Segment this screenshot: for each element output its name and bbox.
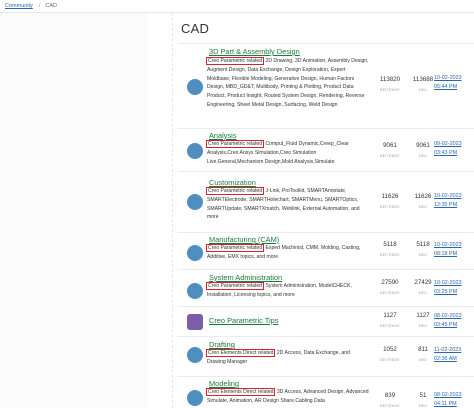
posts-label: BEITRÄGE xyxy=(380,291,400,295)
posts-label: BEITRÄGE xyxy=(380,253,400,257)
last-post-date[interactable]: 08-02-2023 xyxy=(434,392,462,398)
speech-bubble-icon[interactable] xyxy=(187,143,203,159)
posts-label: BEITRÄGE xyxy=(380,88,400,92)
posts-count: 839 xyxy=(384,392,396,399)
posts-stat: 27590 BEITRÄGE xyxy=(373,279,407,295)
posts-count: 9061 xyxy=(383,142,397,149)
forum-tag: Creo Parametric related xyxy=(205,140,265,148)
forum-description: Creo Parametric related J-Link, ProToolk… xyxy=(205,187,369,222)
forum-tag: Creo Parametric related xyxy=(205,187,265,195)
posts-label: BEITRÄGE xyxy=(380,205,400,209)
last-post-link[interactable]: 10-02-2023 08:18 PM xyxy=(434,241,462,259)
forum-tag: Creo Elements Direct related xyxy=(205,388,276,396)
forum-tag: Creo Elements Direct related xyxy=(205,349,276,357)
last-post-date[interactable]: 10-02-2023 xyxy=(434,193,462,199)
last-post-time[interactable]: 03:45 PM xyxy=(434,322,457,328)
posts-count: 113820 xyxy=(379,76,401,83)
posts-stat: 5118 BEITRÄGE xyxy=(373,241,407,257)
last-post-date[interactable]: 10-02-2023 xyxy=(434,242,462,248)
forum-row: 3D Part & Assembly Design Creo Parametri… xyxy=(178,43,474,129)
last-post-time[interactable]: 03:25 PM xyxy=(434,289,457,295)
forum-description: Creo Elements Direct related 2D Access, … xyxy=(205,349,369,367)
last-post-link[interactable]: 08-02-2023 03:45 PM xyxy=(434,312,462,330)
speech-bubble-icon[interactable] xyxy=(187,390,203,406)
column-divider xyxy=(172,13,173,408)
breadcrumb-current: CAD xyxy=(45,3,57,9)
forum-title-link[interactable]: Analysis xyxy=(209,131,237,140)
book-icon[interactable] xyxy=(187,314,203,330)
last-post-date[interactable]: 09-02-2023 xyxy=(434,141,462,147)
speech-bubble-icon[interactable] xyxy=(187,283,203,299)
forum-title-link[interactable]: System Administration xyxy=(209,273,282,282)
posts-stat: 839 BEITRÄGE xyxy=(373,392,407,408)
forum-description: Creo Parametric related Expert Machinist… xyxy=(205,244,369,262)
speech-bubble-icon[interactable] xyxy=(187,194,203,210)
page-title: CAD xyxy=(181,21,210,36)
last-post-date[interactable]: 10-02-2023 xyxy=(434,75,462,81)
posts-stat: 1127 BEITRÄGE xyxy=(373,312,407,328)
speech-bubble-icon[interactable] xyxy=(187,347,203,363)
posts-stat: 11626 BEITRÄGE xyxy=(373,193,407,209)
forum-tag: Creo Parametric related xyxy=(205,57,265,65)
posts-count: 5118 xyxy=(383,241,397,248)
last-post-time[interactable]: 12:35 PM xyxy=(434,202,457,208)
forum-description: Creo Parametric related Comput_Fluid Dyn… xyxy=(205,140,369,166)
last-post-link[interactable]: 08-02-2023 04:11 PM xyxy=(434,391,462,408)
last-post-time[interactable]: 05:44 PM xyxy=(434,84,457,90)
forum-description-text: 2D Drawing, 3D Animation, Assembly Desig… xyxy=(207,58,369,108)
forum-title-link[interactable]: Modeling xyxy=(209,379,239,388)
posts-label: BEITRÄGE xyxy=(380,404,400,408)
forum-title-link[interactable]: Creo Parametric Tips xyxy=(209,316,278,325)
forum-row: Analysis Creo Parametric related Comput_… xyxy=(178,129,474,172)
forum-row: Modeling Creo Elements Direct related 3D… xyxy=(178,377,474,408)
forum-tag: Creo Parametric related xyxy=(205,244,265,252)
forum-row: Creo Parametric Tips 1127 BEITRÄGE 1127 NE… xyxy=(178,307,474,337)
posts-count: 1052 xyxy=(383,346,397,353)
forum-row: Drafting Creo Elements Direct related 2D… xyxy=(178,337,474,377)
forum-row: System Administration Creo Parametric re… xyxy=(178,270,474,307)
posts-count: 1127 xyxy=(383,312,397,319)
last-post-link[interactable]: 10-02-2023 12:35 PM xyxy=(434,192,462,210)
posts-stat: 1052 BEITRÄGE xyxy=(373,346,407,362)
last-post-time[interactable]: 08:18 PM xyxy=(434,251,457,257)
left-panel xyxy=(0,13,148,408)
forum-description: Creo Parametric related 2D Drawing, 3D A… xyxy=(205,57,369,110)
posts-label: BEITRÄGE xyxy=(380,358,400,362)
last-post-time[interactable]: 04:11 PM xyxy=(434,401,457,407)
posts-label: BEITRÄGE xyxy=(380,324,400,328)
posts-stat: 113820 BEITRÄGE xyxy=(373,76,407,92)
speech-bubble-icon[interactable] xyxy=(187,245,203,261)
last-post-date[interactable]: 08-02-2023 xyxy=(434,313,462,319)
forum-row: Customization Creo Parametric related J-… xyxy=(178,172,474,233)
posts-count: 11626 xyxy=(381,193,399,200)
posts-stat: 9061 BEITRÄGE xyxy=(373,142,407,158)
last-post-link[interactable]: 10-02-2023 05:44 PM xyxy=(434,74,462,92)
last-post-link[interactable]: 09-02-2023 03:43 PM xyxy=(434,140,462,158)
breadcrumb-separator: / xyxy=(38,3,41,9)
forum-row: Manufacturing (CAM) Creo Parametric rela… xyxy=(178,233,474,270)
forum-tag: Creo Parametric related xyxy=(205,282,265,290)
forum-title-link[interactable]: Drafting xyxy=(209,340,235,349)
posts-count: 27590 xyxy=(381,279,399,286)
last-post-date[interactable]: 10-02-2023 xyxy=(434,280,462,286)
last-post-time[interactable]: 03:43 PM xyxy=(434,150,457,156)
breadcrumb-community-link[interactable]: Community xyxy=(5,3,33,9)
forum-title-link[interactable]: 3D Part & Assembly Design xyxy=(209,47,300,56)
posts-label: BEITRÄGE xyxy=(380,154,400,158)
last-post-link[interactable]: 10-02-2023 03:25 PM xyxy=(434,279,462,297)
forum-description: Creo Parametric related System Administr… xyxy=(205,282,369,300)
last-post-link[interactable]: 11-02-2023 02:36 AM xyxy=(434,346,461,364)
breadcrumb: Community / CAD xyxy=(5,3,57,9)
speech-bubble-icon[interactable] xyxy=(187,79,203,95)
forum-title-link[interactable]: Manufacturing (CAM) xyxy=(209,235,279,244)
last-post-time[interactable]: 02:36 AM xyxy=(434,356,457,362)
last-post-date[interactable]: 11-02-2023 xyxy=(434,347,461,353)
forum-title-link[interactable]: Customization xyxy=(209,178,256,187)
forum-description: Creo Elements Direct related 3D Access, … xyxy=(205,388,369,406)
